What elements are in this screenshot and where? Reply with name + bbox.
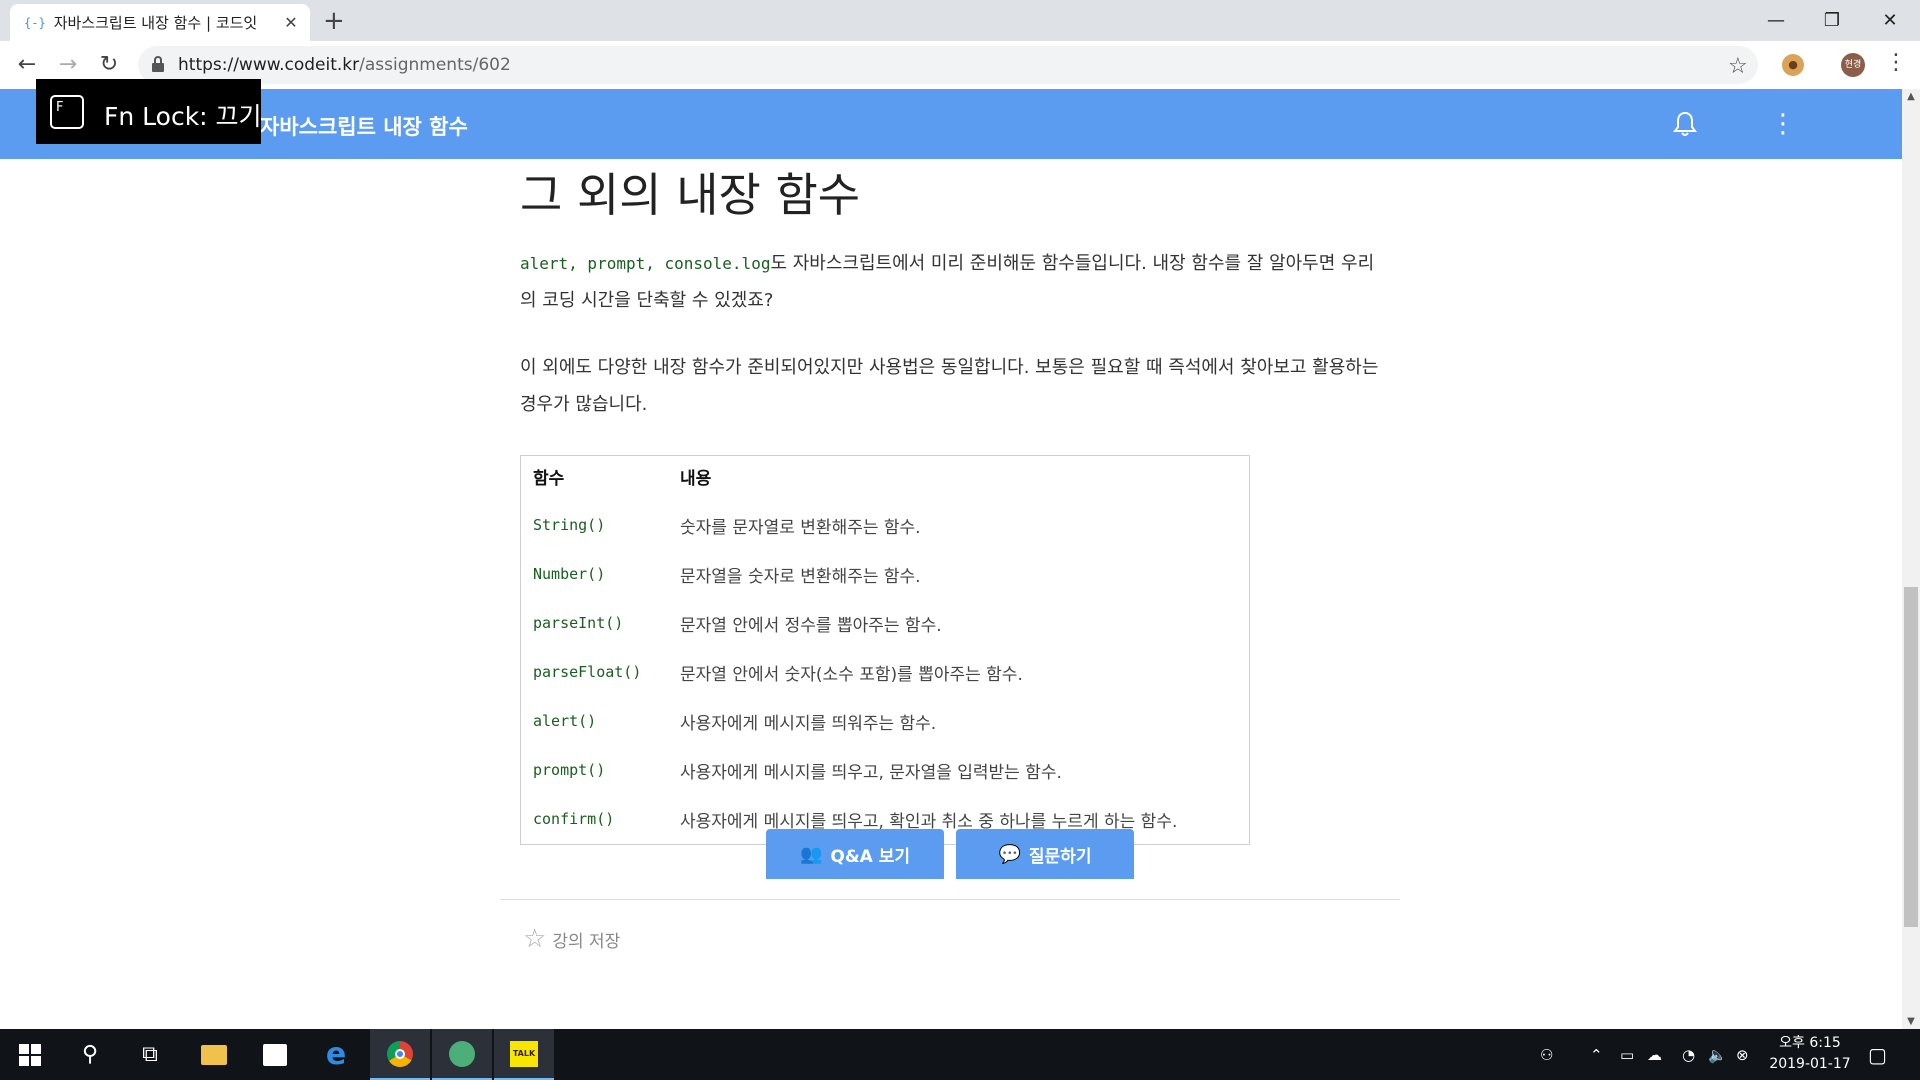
start-button[interactable]: [0, 1029, 60, 1080]
users-icon: 👥: [799, 843, 823, 865]
table-row: alert() 사용자에게 메시지를 띄워주는 함수.: [533, 706, 936, 736]
paragraph-more: 이 외에도 다양한 내장 함수가 준비되어있지만 사용법은 동일합니다. 보통은…: [520, 357, 1379, 415]
function-name: alert(): [533, 712, 597, 730]
wifi-icon[interactable]: ◔: [1682, 1029, 1695, 1080]
paragraph-intro: alert, prompt, console.log도 자바스크립트에서 미리 …: [520, 245, 1380, 319]
clock-time: 오후 6:15: [1779, 1035, 1841, 1051]
browser-menu-icon[interactable]: ⋮: [1885, 50, 1907, 75]
function-name: String(): [533, 516, 606, 534]
reload-button[interactable]: ↻: [95, 51, 123, 79]
lock-icon[interactable]: [152, 56, 164, 72]
function-name: prompt(): [533, 761, 606, 779]
site-favicon-icon: {-}: [24, 15, 46, 30]
table-row: String() 숫자를 문자열로 변환해주는 함수.: [533, 510, 921, 540]
url-text[interactable]: https://www.codeit.kr/assignments/602: [178, 55, 511, 75]
content-divider: [500, 899, 1400, 900]
function-description: 사용자에게 메시지를 띄워주는 함수.: [680, 713, 937, 734]
internet-explorer-icon[interactable]: e: [306, 1029, 366, 1080]
cookie-extension-icon[interactable]: ●: [1782, 54, 1804, 76]
star-outline-icon: ☆: [523, 924, 547, 954]
back-button[interactable]: ←: [13, 51, 41, 79]
system-clock[interactable]: 오후 6:15 2019-01-17: [1755, 1033, 1865, 1075]
function-name: parseInt(): [533, 614, 624, 632]
atom-app-icon[interactable]: [432, 1029, 492, 1080]
restore-button[interactable]: ❐: [1804, 0, 1860, 41]
onedrive-cloud-icon[interactable]: ☁: [1647, 1029, 1662, 1080]
function-description: 사용자에게 메시지를 띄우고, 문자열을 입력받는 함수.: [680, 762, 1062, 783]
lesson-content: 그 외의 내장 함수 alert, prompt, console.log도 자…: [500, 159, 1400, 1029]
profile-avatar[interactable]: 현경: [1841, 53, 1865, 77]
function-name: parseFloat(): [533, 663, 642, 681]
table-row: prompt() 사용자에게 메시지를 띄우고, 문자열을 입력받는 함수.: [533, 755, 1062, 785]
chat-bubble-icon: 💬: [998, 843, 1021, 865]
chrome-taskbar-icon[interactable]: [370, 1029, 430, 1080]
url-domain: https://www.codeit.kr: [178, 55, 360, 75]
qa-view-label: Q&A 보기: [830, 846, 911, 867]
browser-toolbar: ← → ↻ https://www.codeit.kr/assignments/…: [0, 41, 1920, 90]
window-close-button[interactable]: ✕: [1862, 0, 1918, 41]
file-explorer-icon[interactable]: [184, 1029, 244, 1080]
function-description: 사용자에게 메시지를 띄우고, 확인과 취소 중 하나를 누르게 하는 함수.: [680, 811, 1178, 832]
new-tab-button[interactable]: +: [323, 6, 345, 36]
battery-icon[interactable]: ▭: [1620, 1029, 1634, 1080]
save-lesson-label: 강의 저장: [552, 931, 621, 952]
inline-code: alert, prompt, console.log: [520, 254, 771, 273]
fn-lock-text: Fn Lock: 끄기: [104, 102, 262, 131]
function-description: 숫자를 문자열로 변환해주는 함수.: [680, 517, 921, 538]
table-row: parseFloat() 문자열 안에서 숫자(소수 포함)를 뽑아주는 함수.: [533, 657, 1023, 687]
browser-tab[interactable]: {-} 자바스크립트 내장 함수 | 코드잇 ✕: [10, 4, 310, 41]
qa-view-button[interactable]: 👥 Q&A 보기: [766, 829, 944, 879]
show-hidden-icons-chevron-icon[interactable]: ⌃: [1590, 1029, 1603, 1080]
fn-key-icon: F: [50, 95, 84, 129]
ask-question-label: 질문하기: [1028, 846, 1092, 867]
action-center-icon[interactable]: ▢: [1868, 1029, 1887, 1080]
browser-tab-strip: {-} 자바스크립트 내장 함수 | 코드잇 ✕ + — ❐ ✕: [0, 0, 1920, 41]
scrollbar-thumb[interactable]: [1904, 587, 1918, 927]
page-scrollbar[interactable]: ▲ ▼: [1902, 89, 1920, 1029]
tab-title: 자바스크립트 내장 함수 | 코드잇: [53, 14, 258, 32]
kakaotalk-icon[interactable]: TALK: [494, 1029, 554, 1080]
function-name: Number(): [533, 565, 606, 583]
windows-logo-icon: [19, 1043, 41, 1066]
table-row: Number() 문자열을 숫자로 변환해주는 함수.: [533, 559, 921, 589]
table-header-row: 함수 내용: [533, 461, 711, 491]
task-view-icon[interactable]: ⧉: [120, 1029, 180, 1080]
forward-button[interactable]: →: [54, 51, 82, 79]
address-bar[interactable]: https://www.codeit.kr/assignments/602: [138, 46, 1758, 84]
people-icon[interactable]: ⚇: [1540, 1029, 1553, 1080]
functions-table: 함수 내용 String() 숫자를 문자열로 변환해주는 함수. Number…: [520, 455, 1250, 845]
scroll-down-arrow-icon[interactable]: ▼: [1902, 1016, 1920, 1027]
function-name: confirm(): [533, 810, 615, 828]
minimize-button[interactable]: —: [1748, 0, 1804, 41]
store-icon[interactable]: [245, 1029, 305, 1080]
table-header-description: 내용: [680, 468, 712, 489]
fn-lock-osd: F Fn Lock: 끄기: [36, 79, 262, 144]
table-row: parseInt() 문자열 안에서 정수를 뽑아주는 함수.: [533, 608, 942, 638]
search-icon[interactable]: ⚲: [60, 1029, 120, 1080]
function-description: 문자열을 숫자로 변환해주는 함수.: [680, 566, 921, 587]
scroll-up-arrow-icon[interactable]: ▲: [1902, 91, 1920, 102]
save-lesson-button[interactable]: ☆ 강의 저장: [523, 924, 620, 954]
tab-close-icon[interactable]: ✕: [282, 13, 300, 32]
site-header: 자바스크립트 내장 함수 ⋮: [0, 89, 1902, 159]
bookmark-star-icon[interactable]: ☆: [1728, 54, 1748, 79]
ask-question-button[interactable]: 💬 질문하기: [956, 829, 1134, 879]
function-description: 문자열 안에서 숫자(소수 포함)를 뽑아주는 함수.: [680, 664, 1023, 685]
volume-icon[interactable]: 🔈: [1708, 1029, 1727, 1080]
notification-bell-icon[interactable]: [1670, 109, 1700, 139]
lesson-title: 자바스크립트 내장 함수: [260, 115, 468, 139]
table-header-function: 함수: [533, 468, 565, 489]
more-options-icon[interactable]: ⋮: [1770, 107, 1796, 141]
url-path: /assignments/602: [359, 55, 511, 75]
windows-taskbar: ⚲ ⧉ e TALK ⚇ ⌃ ▭ ☁ ◔ 🔈 ⊗ 오후 6:15 2019-01…: [0, 1029, 1920, 1080]
clock-date: 2019-01-17: [1769, 1056, 1851, 1072]
section-heading: 그 외의 내장 함수: [520, 168, 861, 222]
ime-off-icon[interactable]: ⊗: [1736, 1029, 1749, 1080]
function-description: 문자열 안에서 정수를 뽑아주는 함수.: [680, 615, 942, 636]
